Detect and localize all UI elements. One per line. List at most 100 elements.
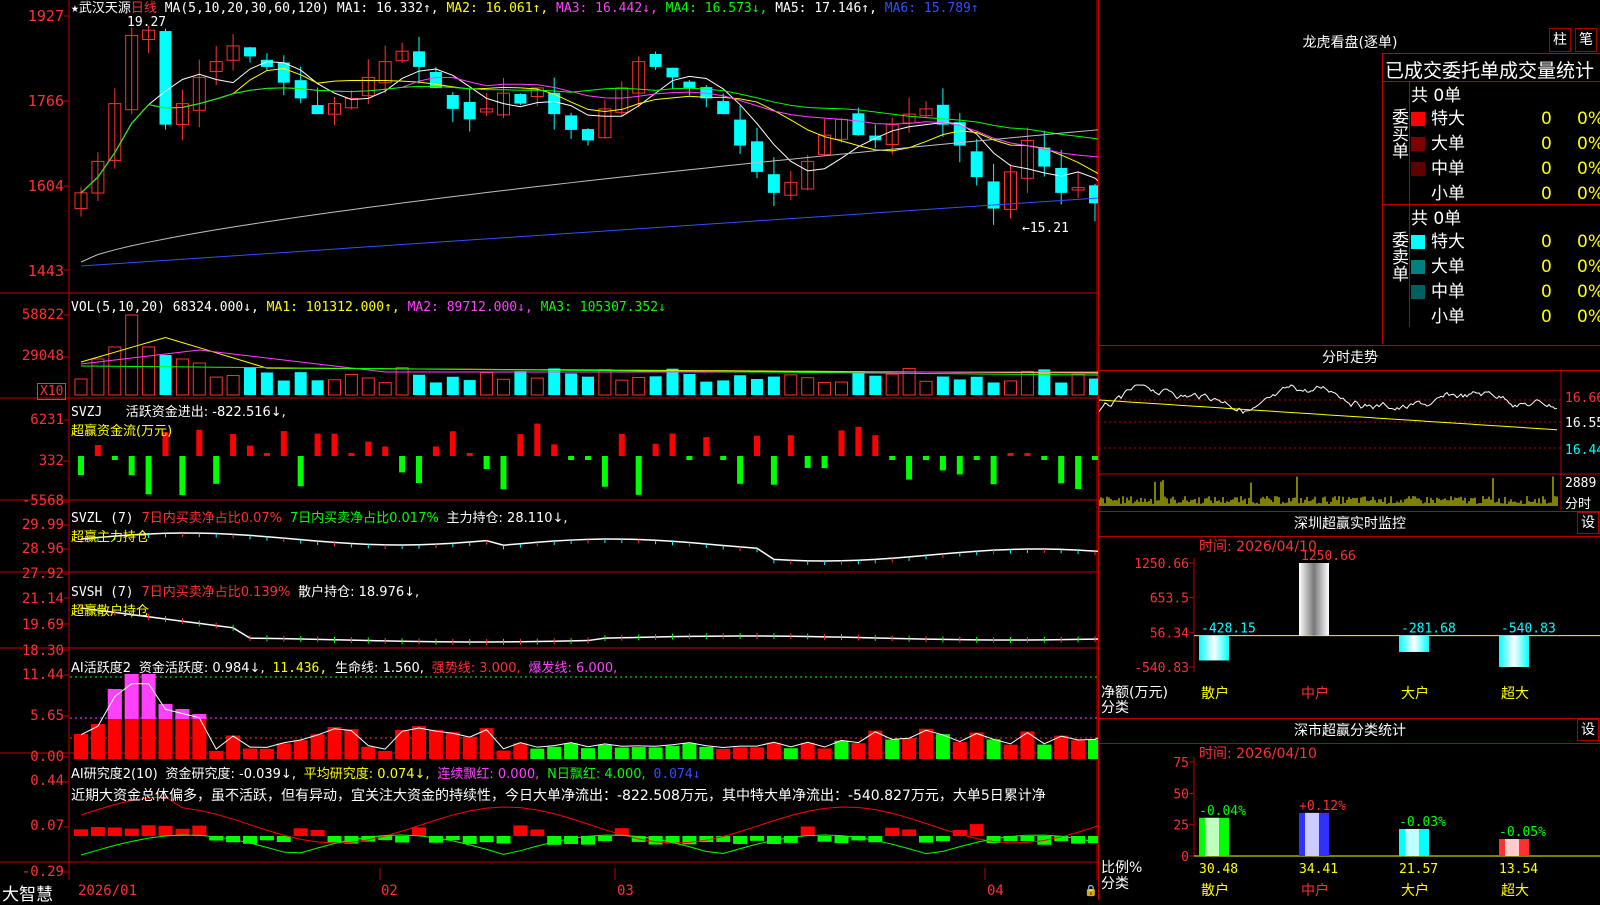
sell-swatch-m [1411, 285, 1425, 299]
ai2-bar [259, 836, 274, 841]
ai2-bar [192, 825, 207, 836]
szcls-value-label: 21.57 [1399, 862, 1438, 877]
buy-swatch-s [1411, 187, 1425, 201]
tick-mode-button[interactable]: 笔 [1575, 28, 1597, 52]
svzl-t3: 主力持仓: 28.110↓, [446, 511, 568, 526]
volume-bar [244, 367, 256, 395]
sell-pct-m: 0% [1577, 282, 1600, 302]
period-label[interactable]: 日线 [131, 1, 157, 16]
svzj-bar [956, 456, 963, 475]
volume-bar [1038, 369, 1051, 395]
vol-header: VOL(5,10,20) 68324.000↓, MA1: 101312.000… [71, 300, 666, 315]
volume-bar [717, 380, 730, 395]
ai1-header: AI活跃度2 资金活跃度: 0.984↓, 11.436, 生命线: 1.560… [71, 661, 617, 676]
szcls-settings-button[interactable]: 设 [1577, 719, 1599, 741]
buy-pct-s: 0% [1577, 184, 1600, 204]
ai1-bar [547, 746, 562, 759]
ai2-bar [479, 836, 494, 843]
ai1-bar [665, 745, 680, 759]
intraday-chart[interactable] [1099, 370, 1600, 510]
volume-bar [514, 371, 527, 395]
volume-bar [869, 375, 882, 395]
svzj-y-label-0: 6231 [30, 412, 64, 428]
ai2-bar [395, 836, 410, 843]
volume-bar [1004, 380, 1017, 396]
svsh-subtitle: 超赢散户持仓 [71, 604, 150, 619]
intraday-vol: 2889 [1565, 476, 1597, 491]
szrt-bar-label: -540.83 [1501, 622, 1556, 637]
ai2-bar [935, 836, 950, 842]
main-y-label-1: 1766 [27, 92, 64, 110]
buy-total: 共 0单 [1411, 86, 1462, 106]
ai1-bar-top [141, 674, 156, 719]
intraday-price-1: 16.55 [1565, 416, 1600, 431]
szcls-bar-shine [1505, 839, 1519, 856]
volume-bar [311, 380, 324, 395]
ai1-bar [513, 743, 528, 759]
svzj-bar [754, 435, 760, 456]
volume-bar [277, 380, 290, 395]
svzj-bar [416, 456, 422, 483]
candle-body [717, 101, 730, 115]
svzj-bar [568, 456, 575, 460]
ai1-bar [614, 747, 629, 759]
svzj-bar [669, 433, 676, 456]
volume-bar [142, 346, 156, 396]
ai2-bar [310, 829, 325, 836]
ai1-y-label-1: 5.65 [30, 708, 64, 724]
buy-pct-m: 0% [1577, 159, 1600, 179]
szcls-bar-shine [1305, 812, 1319, 856]
lock-icon[interactable]: 🔒 [1084, 884, 1098, 897]
ai1-bar [1071, 740, 1086, 759]
ai2-bar [885, 827, 900, 836]
bar-mode-button[interactable]: 柱 [1549, 28, 1571, 52]
candle-body [767, 174, 780, 193]
sell-pct-xl: 0% [1577, 232, 1600, 252]
volume-bar [615, 379, 629, 396]
szrt-chart[interactable]: 1250.66 653.5 56.34 -540.83 -428.15 散户 1250.66… [1099, 535, 1600, 715]
sell-side-label: 委卖单 [1383, 205, 1410, 327]
svzj-bar [1007, 453, 1014, 456]
ai1-bar [496, 750, 511, 759]
svsh-t2: 散户持仓: 18.976↓, [298, 585, 420, 600]
svzj-bar [517, 434, 524, 456]
svzj-bar [838, 430, 845, 456]
candle-body [463, 101, 476, 120]
sell-swatch-s [1411, 310, 1425, 324]
ai1-bar [597, 744, 612, 759]
svzj-bar [466, 453, 473, 456]
sell-count-l: 0 [1541, 257, 1552, 277]
szcls-y-label: 50 [1173, 787, 1189, 802]
volume-bar [582, 376, 594, 395]
candle-body [446, 94, 459, 109]
volume-bar [565, 373, 578, 395]
star-icon[interactable]: ★ [71, 1, 79, 16]
sell-count-s: 0 [1541, 307, 1552, 327]
ai2-bar [682, 836, 697, 845]
intraday-title-bar: 分时走势 [1099, 345, 1600, 371]
ai2-t3: 连续飘红: 0.000, [437, 767, 540, 782]
ai1-bar [750, 747, 764, 759]
svzj-bar [872, 435, 879, 456]
svzj-bar [855, 426, 862, 456]
buy-label-l: 大单 [1431, 134, 1465, 154]
sell-pct-l: 0% [1577, 257, 1600, 277]
sell-label-s: 小单 [1431, 307, 1465, 327]
ma2-value: MA2: 16.061↑, [446, 1, 549, 16]
szcls-chart[interactable]: 75 50 25 0 -0.04% 30.48 散户 +0.12% 34.41 中户 -0.03% 2… [1099, 740, 1600, 900]
svzj-bar [94, 445, 101, 456]
ai1-bar [327, 726, 342, 759]
ma5-line [80, 129, 1098, 263]
volume-bar [767, 376, 780, 395]
ai1-bar [919, 728, 933, 759]
svzj-bar [787, 435, 794, 456]
chart-svg[interactable] [0, 0, 1098, 900]
candle-body [159, 31, 172, 125]
ai1-bar [479, 728, 494, 759]
volume-bar [463, 380, 476, 395]
candle-body [311, 105, 324, 115]
szrt-settings-button[interactable]: 设 [1577, 512, 1599, 534]
buy-pct-l: 0% [1577, 134, 1600, 154]
szcls-category-label: 超大 [1501, 883, 1529, 899]
xaxis-label-1: 02 [381, 883, 398, 899]
